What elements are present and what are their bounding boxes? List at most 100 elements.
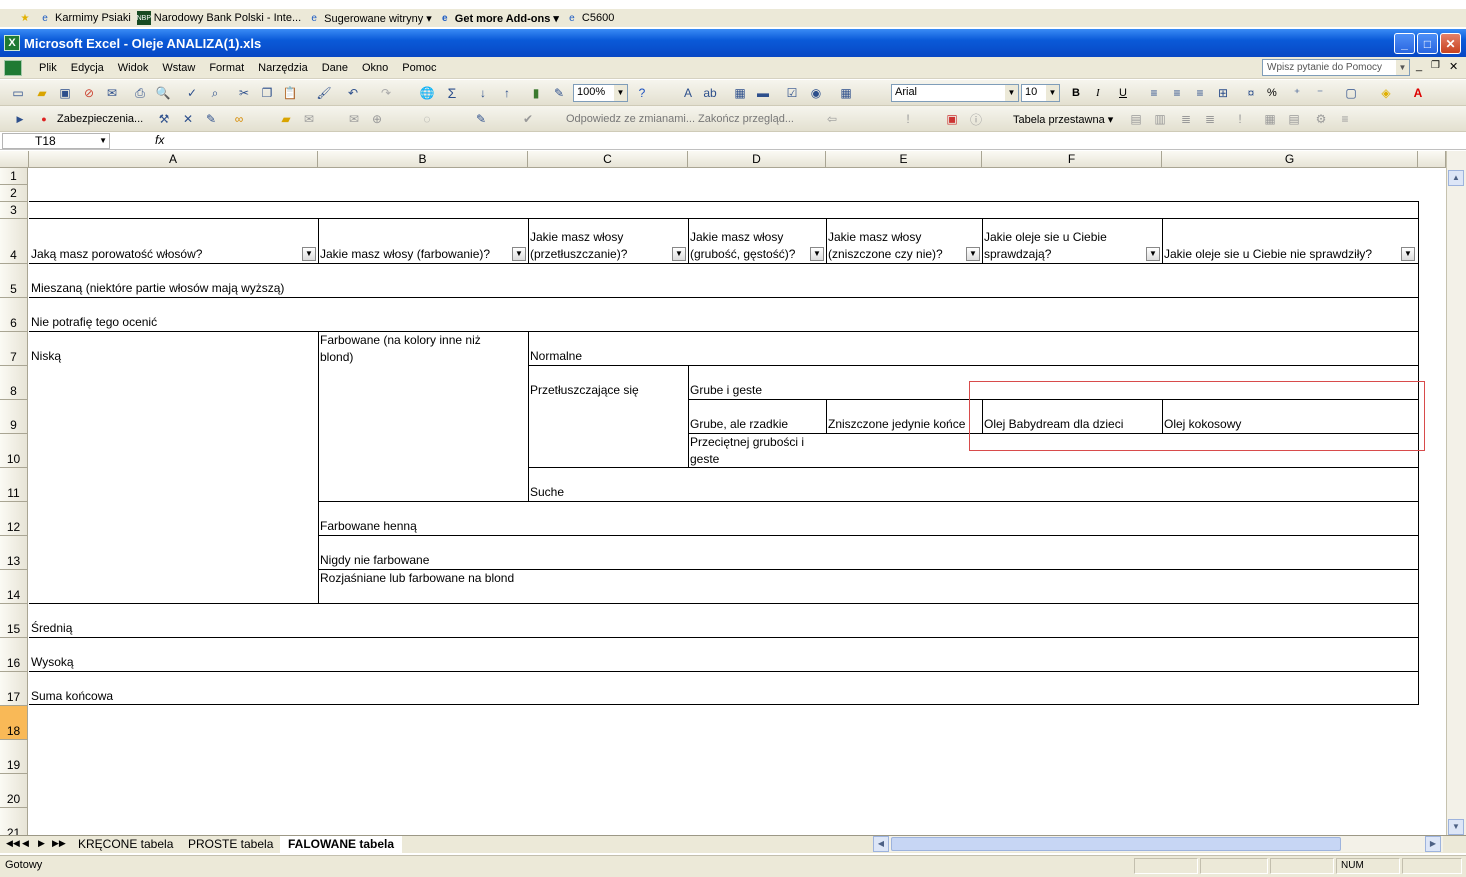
row-header[interactable]: 17 bbox=[0, 672, 28, 706]
control-toolbox-icon[interactable]: ✕ bbox=[180, 111, 196, 127]
pivot-header-coloring[interactable]: Jakie masz włosy (farbowanie)? bbox=[318, 219, 512, 263]
filter-dropdown-icon[interactable]: ▼ bbox=[1146, 247, 1160, 261]
doc-close-button[interactable]: ✕ bbox=[1449, 60, 1458, 73]
name-box[interactable]: T18 ▼ bbox=[2, 133, 110, 149]
first-sheet-icon[interactable]: ◀◀ bbox=[6, 838, 20, 849]
filter-dropdown-icon[interactable]: ▼ bbox=[1401, 247, 1415, 261]
menu-insert[interactable]: Wstaw bbox=[155, 62, 202, 74]
row-header[interactable]: 7 bbox=[0, 332, 28, 366]
toolbox-icon[interactable]: ⚒ bbox=[156, 111, 172, 127]
button-icon[interactable]: ▬ bbox=[755, 85, 771, 101]
mail-icon[interactable]: ✉ bbox=[301, 111, 317, 127]
minimize-button[interactable]: _ bbox=[1394, 33, 1415, 54]
decrease-decimal-icon[interactable]: ⁻ bbox=[1312, 85, 1328, 101]
borders-icon[interactable]: ▢ bbox=[1343, 85, 1359, 101]
row-header[interactable]: 9 bbox=[0, 400, 28, 434]
scroll-right-button[interactable]: ▶ bbox=[1425, 836, 1441, 852]
styles-icon[interactable]: A bbox=[680, 85, 696, 101]
column-header[interactable]: G bbox=[1162, 151, 1418, 168]
align-right-icon[interactable]: ≡ bbox=[1192, 85, 1208, 101]
format-painter-icon[interactable]: 🖌 bbox=[316, 85, 332, 101]
paste-icon[interactable]: 📋 bbox=[282, 85, 298, 101]
field-settings-icon[interactable]: ▦ bbox=[1262, 111, 1278, 127]
track-changes-icon[interactable]: ✎ bbox=[473, 111, 489, 127]
favorite-link[interactable]: e Sugerowane witryny ▾ bbox=[307, 11, 431, 25]
percent-button[interactable]: % bbox=[1267, 85, 1277, 101]
font-select[interactable]: Arial ▼ bbox=[891, 84, 1019, 102]
row-header[interactable]: 8 bbox=[0, 366, 28, 400]
workbook-icon[interactable] bbox=[4, 59, 22, 76]
scroll-down-button[interactable]: ▼ bbox=[1448, 819, 1464, 835]
refresh-icon[interactable]: ! bbox=[1232, 111, 1248, 127]
end-review-button[interactable]: Zakończ przegląd... bbox=[698, 111, 794, 127]
research-icon[interactable]: ⌕ bbox=[207, 85, 223, 101]
row-header[interactable]: 6 bbox=[0, 298, 28, 332]
attach-icon[interactable]: ⊕ bbox=[369, 111, 385, 127]
field-list-icon[interactable]: ▤ bbox=[1286, 111, 1302, 127]
menu-data[interactable]: Dane bbox=[315, 62, 355, 74]
pivot-header-damage[interactable]: Jakie masz włosy (zniszczone czy nie)? bbox=[826, 219, 966, 263]
hyperlink-icon[interactable]: 🌐 bbox=[419, 85, 435, 101]
drawing-icon[interactable]: ✎ bbox=[551, 85, 567, 101]
folder-icon[interactable]: ▰ bbox=[278, 111, 294, 127]
menu-help[interactable]: Pomoc bbox=[395, 62, 443, 74]
cell-d9[interactable]: Grube, ale rzadkie bbox=[688, 400, 826, 433]
favorite-link[interactable]: NBP Narodowy Bank Polski - Inte... bbox=[137, 11, 301, 25]
reply-with-changes-button[interactable]: Odpowiedz ze zmianami... bbox=[566, 111, 695, 127]
scroll-thumb[interactable] bbox=[891, 837, 1341, 851]
play-icon[interactable]: ▶ bbox=[12, 111, 28, 127]
pivot-header-porosity[interactable]: Jaką masz porowatość włosów? bbox=[29, 219, 303, 263]
horizontal-scrollbar[interactable]: ◀ ▶ bbox=[873, 836, 1443, 852]
calendar-icon[interactable]: ▦ bbox=[732, 85, 748, 101]
cell-c8[interactable]: Przetłuszczające się bbox=[528, 382, 688, 399]
italic-button[interactable]: I bbox=[1096, 85, 1100, 101]
error-icon[interactable]: ! bbox=[900, 111, 916, 127]
select-all-button[interactable] bbox=[0, 151, 29, 168]
font-size-select[interactable]: 10 ▼ bbox=[1021, 84, 1060, 102]
cell-a15[interactable]: Średnią bbox=[29, 604, 318, 637]
pivot-header-bad-oils[interactable]: Jakie oleje sie u Ciebie nie sprawdziły? bbox=[1162, 219, 1402, 263]
sort-descending-icon[interactable]: ↑ bbox=[499, 85, 515, 101]
cell-a7[interactable]: Niską bbox=[29, 332, 318, 365]
cell-b12[interactable]: Farbowane henną bbox=[318, 502, 528, 535]
doc-minimize-button[interactable]: _ bbox=[1416, 60, 1422, 72]
vertical-scrollbar[interactable]: ▲ ▼ bbox=[1446, 151, 1466, 835]
column-header[interactable]: F bbox=[982, 151, 1162, 168]
cell-a17[interactable]: Suma końcowa bbox=[29, 672, 318, 705]
envelope-icon[interactable]: ✉ bbox=[346, 111, 362, 127]
print-icon[interactable]: ⎙ bbox=[132, 85, 148, 101]
column-header[interactable]: B bbox=[318, 151, 528, 168]
pivot-header-thickness[interactable]: Jakie masz włosy (grubość, gęstość)? bbox=[688, 219, 810, 263]
hide-detail-icon[interactable]: ≣ bbox=[1178, 111, 1194, 127]
menu-view[interactable]: Widok bbox=[111, 62, 156, 74]
menu-edit[interactable]: Edycja bbox=[64, 62, 111, 74]
row-header[interactable]: 11 bbox=[0, 468, 28, 502]
row-header[interactable]: 12 bbox=[0, 502, 28, 536]
pivot-header-greasiness[interactable]: Jakie masz włosy (przetłuszczanie)? bbox=[528, 219, 672, 263]
increase-decimal-icon[interactable]: ⁺ bbox=[1289, 85, 1305, 101]
open-icon[interactable]: ▰ bbox=[34, 85, 50, 101]
menu-file[interactable]: Plik bbox=[32, 62, 64, 74]
cell-c11[interactable]: Suche bbox=[528, 468, 688, 501]
row-header[interactable]: 1 bbox=[0, 168, 28, 185]
previous-comment-icon[interactable]: ⇦ bbox=[824, 111, 840, 127]
bold-button[interactable]: B bbox=[1072, 85, 1080, 101]
comment-icon[interactable]: ◌ bbox=[419, 111, 435, 127]
cell-c7[interactable]: Normalne bbox=[528, 332, 688, 365]
cell-a5[interactable]: Mieszaną (niektóre partie włosów mają wy… bbox=[29, 264, 529, 297]
permission-icon[interactable]: ⊘ bbox=[81, 85, 97, 101]
print-preview-icon[interactable]: 🔍 bbox=[155, 85, 171, 101]
help-icon[interactable]: ? bbox=[634, 85, 650, 101]
help-search-input[interactable]: Wpisz pytanie do Pomocy ▼ bbox=[1262, 59, 1410, 76]
cut-icon[interactable]: ✂ bbox=[236, 85, 252, 101]
new-icon[interactable]: ▭ bbox=[10, 85, 26, 101]
close-button[interactable]: ✕ bbox=[1440, 33, 1461, 54]
favorite-link[interactable]: e Get more Add-ons ▾ bbox=[438, 11, 559, 25]
last-sheet-icon[interactable]: ▶▶ bbox=[52, 838, 66, 849]
column-header[interactable]: C bbox=[528, 151, 688, 168]
security-button[interactable]: Zabezpieczenia... bbox=[57, 111, 143, 127]
scroll-up-button[interactable]: ▲ bbox=[1448, 170, 1464, 186]
pivot-table-menu[interactable]: Tabela przestawna ▾ bbox=[1013, 111, 1113, 127]
menu-tools[interactable]: Narzędzia bbox=[251, 62, 315, 74]
cell-b14[interactable]: Rozjaśniane lub farbowane na blond bbox=[318, 570, 518, 604]
